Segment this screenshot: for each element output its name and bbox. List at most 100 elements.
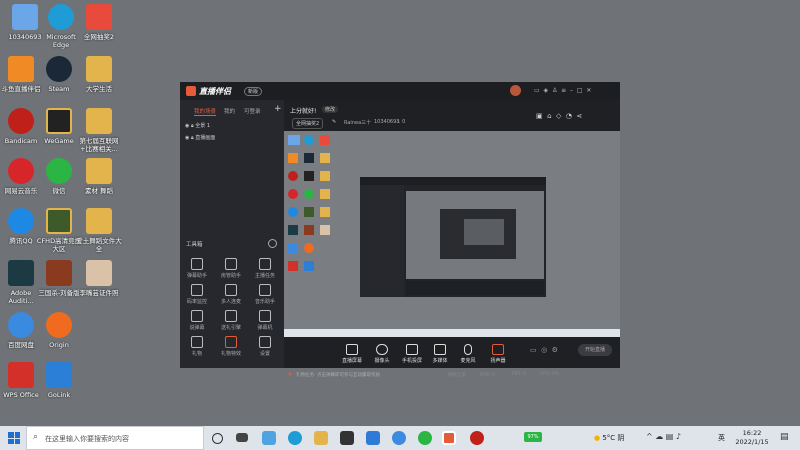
- task-view-icon[interactable]: [236, 433, 248, 442]
- store-icon[interactable]: [340, 431, 354, 445]
- search-box[interactable]: ⌕ 在这里输入你要搜索的内容: [26, 426, 204, 450]
- download-icon: [259, 336, 271, 348]
- eye-icon[interactable]: ◉: [185, 123, 189, 129]
- music-icon: [259, 284, 271, 296]
- network-icon[interactable]: ▤: [666, 432, 674, 441]
- monitor-icon: [346, 344, 358, 355]
- tool-danmaku-machine[interactable]: 弹幕机: [250, 310, 280, 331]
- shirt-icon[interactable]: ♙: [552, 87, 557, 94]
- tool-tasks[interactable]: 主播任务: [250, 258, 280, 279]
- preview-desktop-icon: [320, 189, 330, 199]
- screen-capture-button[interactable]: 直播屏幕: [340, 344, 364, 364]
- tool-multi-mic[interactable]: 多人连麦: [216, 284, 246, 305]
- edge-icon: [48, 4, 74, 30]
- edit-icon[interactable]: ✎: [332, 119, 336, 125]
- camera-button[interactable]: 摄像头: [370, 344, 394, 364]
- desktop-icon-golink[interactable]: GoLink: [36, 362, 82, 399]
- notice-text[interactable]: 礼物任务: 点击弹幕即可参与互动赢取奖励: [296, 372, 380, 378]
- weather-widget[interactable]: ● 5°C 阴: [594, 433, 624, 443]
- clock[interactable]: 16:22 2022/1/15: [730, 429, 774, 447]
- record-icon[interactable]: ▭: [530, 346, 537, 354]
- qq-icon: [8, 208, 34, 234]
- tab-login[interactable]: 可登录: [244, 107, 261, 115]
- microphone-button[interactable]: 麦克风: [456, 344, 480, 364]
- golink-icon: [46, 362, 72, 388]
- skin-icon[interactable]: ◈: [544, 87, 549, 94]
- scene-item[interactable]: ◉ 🔒︎ 全景 1: [185, 122, 210, 129]
- tab-mine[interactable]: 我的: [224, 107, 235, 115]
- battery-indicator[interactable]: 97%: [524, 432, 542, 442]
- desktop-icon-folder-dance[interactable]: 素材 舞蹈: [76, 158, 122, 195]
- cortana-icon[interactable]: [212, 433, 223, 444]
- windows-start-icon[interactable]: [8, 432, 20, 444]
- media-button[interactable]: 多媒体: [428, 344, 452, 364]
- toolbox-more-icon[interactable]: [268, 239, 277, 248]
- bell-icon[interactable]: ◔: [566, 112, 572, 120]
- desktop-icon-folder-university[interactable]: 大学生活: [76, 56, 122, 93]
- edge-icon[interactable]: [288, 431, 302, 445]
- scene-item[interactable]: ◉ 🔒︎ 直播画面: [185, 134, 215, 141]
- lock-icon[interactable]: 🔒︎: [191, 135, 194, 141]
- stream-title: 上分就好!: [290, 108, 317, 115]
- monitor-icon: [259, 310, 271, 322]
- category-badge[interactable]: 全网抽奖2: [292, 118, 324, 129]
- button-label: 直播屏幕: [341, 358, 362, 364]
- desktop-icon-photo[interactable]: 李嘴芸证件照: [76, 260, 122, 297]
- photos-app-icon[interactable]: [262, 431, 276, 445]
- tool-danmaku-helper[interactable]: 弹幕助手: [182, 258, 212, 279]
- desktop-icon-origin[interactable]: Origin: [36, 312, 82, 349]
- netease-icon[interactable]: [470, 431, 484, 445]
- mail-icon[interactable]: [366, 431, 380, 445]
- notice-icon: ◉: [288, 372, 292, 377]
- wps-icon: [8, 362, 34, 388]
- tool-settings[interactable]: 设置: [250, 336, 280, 357]
- speaker-button[interactable]: 扬声器: [486, 344, 510, 364]
- tool-music[interactable]: 音乐助手: [250, 284, 280, 305]
- add-scene-icon[interactable]: +: [274, 104, 282, 114]
- avatar[interactable]: [510, 85, 521, 96]
- shield-icon[interactable]: ◇: [556, 112, 561, 120]
- live-preview[interactable]: [284, 131, 620, 337]
- preview-desktop-icon: [320, 171, 330, 181]
- minimize-icon[interactable]: –: [570, 87, 573, 94]
- desktop-icon-label: GoLink: [47, 391, 71, 399]
- desktop-icon-lottery[interactable]: 全网抽奖2: [76, 4, 122, 41]
- tool-gift-effect[interactable]: 礼物特效: [216, 336, 246, 357]
- tab-my-scenes[interactable]: 我的场景: [194, 107, 217, 116]
- desktop-icon-folder-contest[interactable]: 第七届互联网+比赛相关...: [76, 108, 122, 153]
- edit-title-button[interactable]: 修改: [322, 106, 339, 113]
- maximize-icon[interactable]: □: [577, 87, 583, 94]
- version-badge[interactable]: 新版: [244, 87, 263, 96]
- phone-cast-button[interactable]: 手机投屏: [400, 344, 424, 364]
- tool-bitrate[interactable]: 码率监控: [182, 284, 212, 305]
- settings-icon[interactable]: ⚙: [552, 346, 558, 354]
- desktop-icon-folder-dance-files[interactable]: 爱土舞蹈文件大全: [76, 208, 122, 253]
- eye-icon[interactable]: ◉: [185, 135, 189, 141]
- share-icon[interactable]: ⋖: [576, 112, 582, 120]
- tool-gift[interactable]: 礼物: [182, 336, 212, 357]
- file-explorer-icon[interactable]: [314, 431, 328, 445]
- live-companion-taskbar-icon[interactable]: [442, 431, 456, 445]
- volume-icon[interactable]: ♪: [676, 432, 681, 441]
- tool-label: 多人连麦: [220, 299, 241, 305]
- input-method-indicator[interactable]: 英: [718, 433, 725, 443]
- tool-gift-engine[interactable]: 送礼引擎: [216, 310, 246, 331]
- gift-box-icon[interactable]: ▣: [536, 112, 543, 120]
- tool-say-danmaku[interactable]: 说弹幕: [182, 310, 212, 331]
- tool-room-admin[interactable]: 房管助手: [216, 258, 246, 279]
- pin-icon[interactable]: ◎: [541, 346, 547, 354]
- wechat-icon[interactable]: [418, 431, 432, 445]
- tool-label: 送礼引擎: [220, 325, 241, 331]
- taskbar: ⌕ 在这里输入你要搜索的内容 97% ● 5°C 阴 ^ ☁ ▤ ♪ 英 16:…: [0, 426, 800, 450]
- start-live-button[interactable]: 开始直播: [578, 344, 612, 356]
- close-icon[interactable]: ✕: [586, 87, 591, 94]
- qq-browser-icon[interactable]: [392, 431, 406, 445]
- menu-icon[interactable]: ≡: [561, 87, 566, 94]
- notification-icon[interactable]: ▤: [780, 432, 789, 442]
- lock-icon[interactable]: ⌂: [547, 112, 551, 120]
- chevron-up-icon[interactable]: ^: [646, 432, 653, 441]
- main-area: 上分就好! 修改 全网抽奖2 ✎ Rainea三十 10340693 ♨ 0 ▣…: [284, 100, 620, 378]
- lock-icon[interactable]: 🔒︎: [191, 123, 194, 129]
- cloud-icon[interactable]: ☁: [655, 432, 663, 441]
- message-icon[interactable]: ▭: [534, 87, 540, 94]
